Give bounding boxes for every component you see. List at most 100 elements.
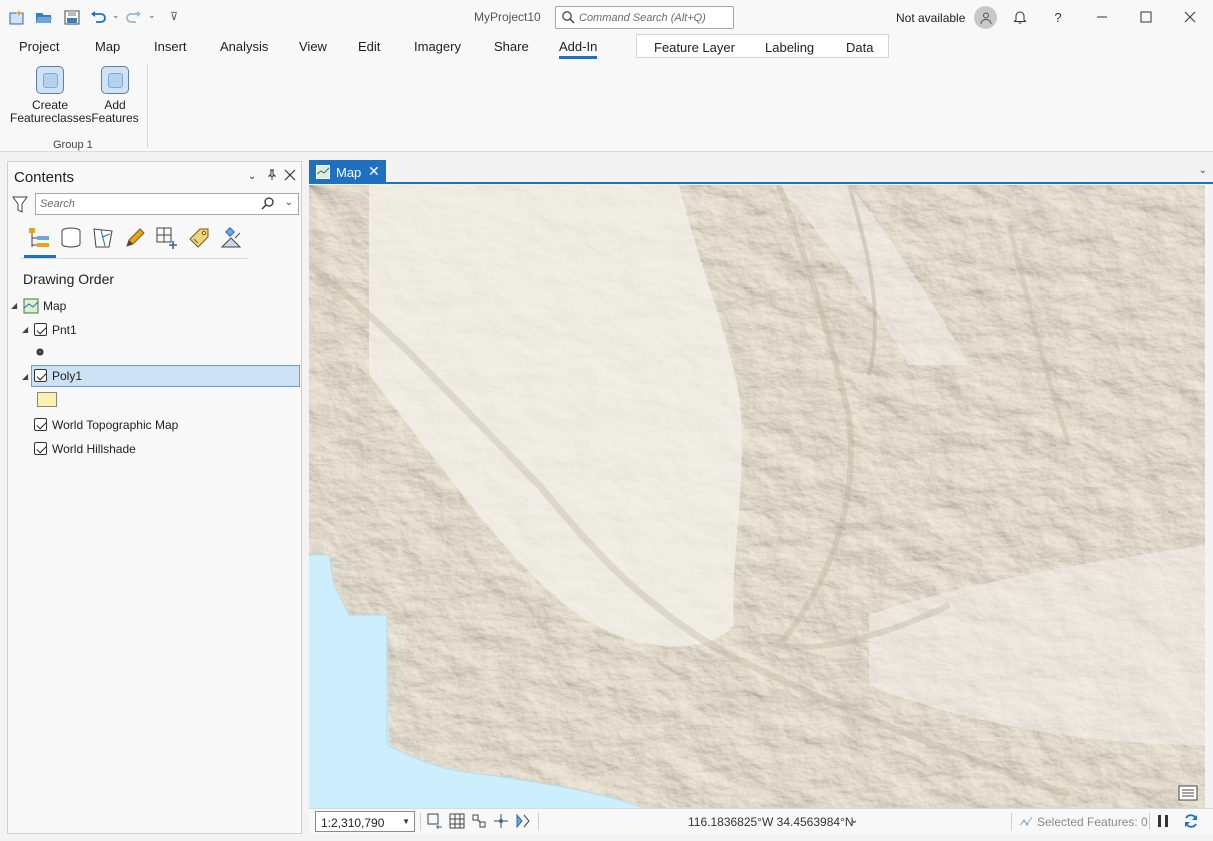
layer-pnt1[interactable]: ◢ Pnt1 xyxy=(8,319,301,341)
layer-visibility-checkbox[interactable] xyxy=(34,442,47,455)
add-features-label-2: Features xyxy=(91,111,139,125)
tab-imagery[interactable]: Imagery xyxy=(414,39,461,54)
list-by-data-source-icon[interactable] xyxy=(58,225,84,251)
layer-world-hillshade-label: World Hillshade xyxy=(52,442,136,456)
contents-title: Contents xyxy=(14,169,75,186)
pane-options-chevron-icon[interactable]: ⌄ xyxy=(248,171,256,182)
contents-search-input[interactable]: Search ⌄ xyxy=(35,193,299,215)
tab-view[interactable]: View xyxy=(299,39,327,54)
selected-features-count: Selected Features: 0 xyxy=(1037,815,1148,829)
maximize-icon[interactable] xyxy=(1134,6,1158,28)
tab-edit[interactable]: Edit xyxy=(358,39,380,54)
tab-list-chevron-icon[interactable]: ⌄ xyxy=(1199,165,1207,176)
refresh-icon[interactable] xyxy=(1183,813,1199,829)
scale-dropdown-icon[interactable]: ▼ xyxy=(402,817,410,826)
undo-icon[interactable] xyxy=(89,8,107,26)
map-scale-select[interactable]: 1:2,310,790 ▼ xyxy=(315,811,415,832)
undo-dropdown-icon[interactable]: ⌄ xyxy=(112,10,120,21)
layer-world-topographic-map[interactable]: World Topographic Map xyxy=(8,414,301,436)
tab-add-in[interactable]: Add-In xyxy=(559,39,598,59)
command-search-input[interactable]: Command Search (Alt+Q) xyxy=(555,6,734,29)
constraints-icon[interactable] xyxy=(493,813,509,829)
collapse-triangle-icon[interactable]: ◢ xyxy=(11,301,17,310)
new-project-icon[interactable] xyxy=(8,8,26,26)
add-features-button[interactable]: Add Features xyxy=(90,66,140,125)
search-options-chevron-icon[interactable]: ⌄ xyxy=(285,197,293,208)
tab-insert[interactable]: Insert xyxy=(154,39,187,54)
coordinate-format-chevron-icon[interactable]: ⌄ xyxy=(850,815,858,826)
ribbon-panel: Create Featureclasses Add Features Group… xyxy=(0,60,1213,152)
tab-feature-layer[interactable]: Feature Layer xyxy=(654,40,735,55)
layer-pnt1-label: Pnt1 xyxy=(52,323,77,337)
tab-analysis[interactable]: Analysis xyxy=(220,39,268,54)
map-scale-value: 1:2,310,790 xyxy=(321,816,385,830)
status-divider xyxy=(420,813,421,830)
sign-in-status[interactable]: Not available xyxy=(896,11,965,25)
correction-icon[interactable] xyxy=(515,813,531,829)
tab-share[interactable]: Share xyxy=(494,39,529,54)
ribbon-group-label: Group 1 xyxy=(53,139,93,151)
basemap-attribution-icon[interactable] xyxy=(1178,785,1198,801)
close-window-icon[interactable] xyxy=(1178,6,1202,28)
tab-labeling[interactable]: Labeling xyxy=(765,40,814,55)
ribbon-group-divider xyxy=(147,64,148,148)
close-tab-icon[interactable]: ✕ xyxy=(368,163,380,180)
redo-icon[interactable] xyxy=(125,8,143,26)
customize-toolbar-icon[interactable]: ⊽ xyxy=(170,10,178,23)
contents-search-placeholder: Search xyxy=(40,198,75,210)
layer-poly1[interactable]: ◢ Poly1 xyxy=(22,365,300,387)
hillshade-basemap xyxy=(309,185,1205,808)
collapse-triangle-icon[interactable]: ◢ xyxy=(22,372,28,381)
ribbon-tab-bar: Project Map Insert Analysis View Edit Im… xyxy=(0,34,1213,60)
layer-world-hillshade[interactable]: World Hillshade xyxy=(8,438,301,460)
search-icon[interactable] xyxy=(261,196,276,211)
close-pane-icon[interactable] xyxy=(284,169,296,184)
search-icon xyxy=(562,11,575,24)
tab-data[interactable]: Data xyxy=(846,40,873,55)
fixed-zoom-in-icon[interactable] xyxy=(427,813,443,829)
pause-drawing-icon[interactable] xyxy=(1155,813,1171,829)
add-in-button-icon xyxy=(36,66,64,94)
redo-dropdown-icon[interactable]: ⌄ xyxy=(148,10,156,21)
list-by-editing-icon[interactable] xyxy=(122,225,148,251)
layer-visibility-checkbox[interactable] xyxy=(34,323,47,336)
layer-poly1-label: Poly1 xyxy=(52,369,83,383)
save-project-icon[interactable] xyxy=(63,8,81,26)
map-icon xyxy=(23,298,39,314)
project-title: MyProject10 xyxy=(474,10,541,24)
contents-pane: Contents ⌄ Search ⌄ Drawing Order ◢ Map xyxy=(7,161,302,834)
list-by-snapping-icon[interactable] xyxy=(154,225,180,251)
map-canvas[interactable] xyxy=(309,185,1205,808)
notifications-bell-icon[interactable] xyxy=(1008,6,1032,28)
status-divider xyxy=(1149,813,1150,830)
map-icon xyxy=(316,165,330,179)
map-view-tab-bar: Map ✕ ⌄ xyxy=(309,160,1213,184)
tab-map-view[interactable]: Map ✕ xyxy=(309,160,386,184)
list-by-perspective-imagery-icon[interactable] xyxy=(218,225,244,251)
open-project-icon[interactable] xyxy=(35,8,53,26)
map-tab-label: Map xyxy=(336,165,362,180)
layer-map[interactable]: ◢ Map xyxy=(8,295,301,317)
command-search-placeholder: Command Search (Alt+Q) xyxy=(579,12,706,24)
minimize-icon[interactable] xyxy=(1090,6,1114,28)
grid-icon[interactable] xyxy=(449,813,465,829)
create-featureclasses-button[interactable]: Create Featureclasses xyxy=(10,66,91,125)
list-by-selection-icon[interactable] xyxy=(90,225,116,251)
layer-visibility-checkbox[interactable] xyxy=(34,369,47,382)
layer-visibility-checkbox[interactable] xyxy=(34,418,47,431)
list-by-labeling-icon[interactable] xyxy=(186,225,212,251)
tab-project[interactable]: Project xyxy=(19,39,59,54)
polygon-symbol-swatch[interactable] xyxy=(37,392,57,407)
filter-icon[interactable] xyxy=(12,196,28,214)
selected-features-icon[interactable] xyxy=(1018,813,1034,829)
title-bar: ⌄ ⌄ ⊽ MyProject10 Command Search (Alt+Q)… xyxy=(0,0,1213,34)
user-avatar-icon[interactable] xyxy=(974,6,997,29)
pin-icon[interactable] xyxy=(266,169,278,184)
layer-map-label: Map xyxy=(43,299,67,313)
snapping-icon[interactable] xyxy=(471,813,487,829)
help-icon[interactable]: ? xyxy=(1046,6,1070,28)
point-symbol-icon[interactable] xyxy=(36,348,44,356)
list-by-drawing-order-icon[interactable] xyxy=(26,225,52,251)
tab-map[interactable]: Map xyxy=(95,39,120,54)
collapse-triangle-icon[interactable]: ◢ xyxy=(22,325,28,334)
